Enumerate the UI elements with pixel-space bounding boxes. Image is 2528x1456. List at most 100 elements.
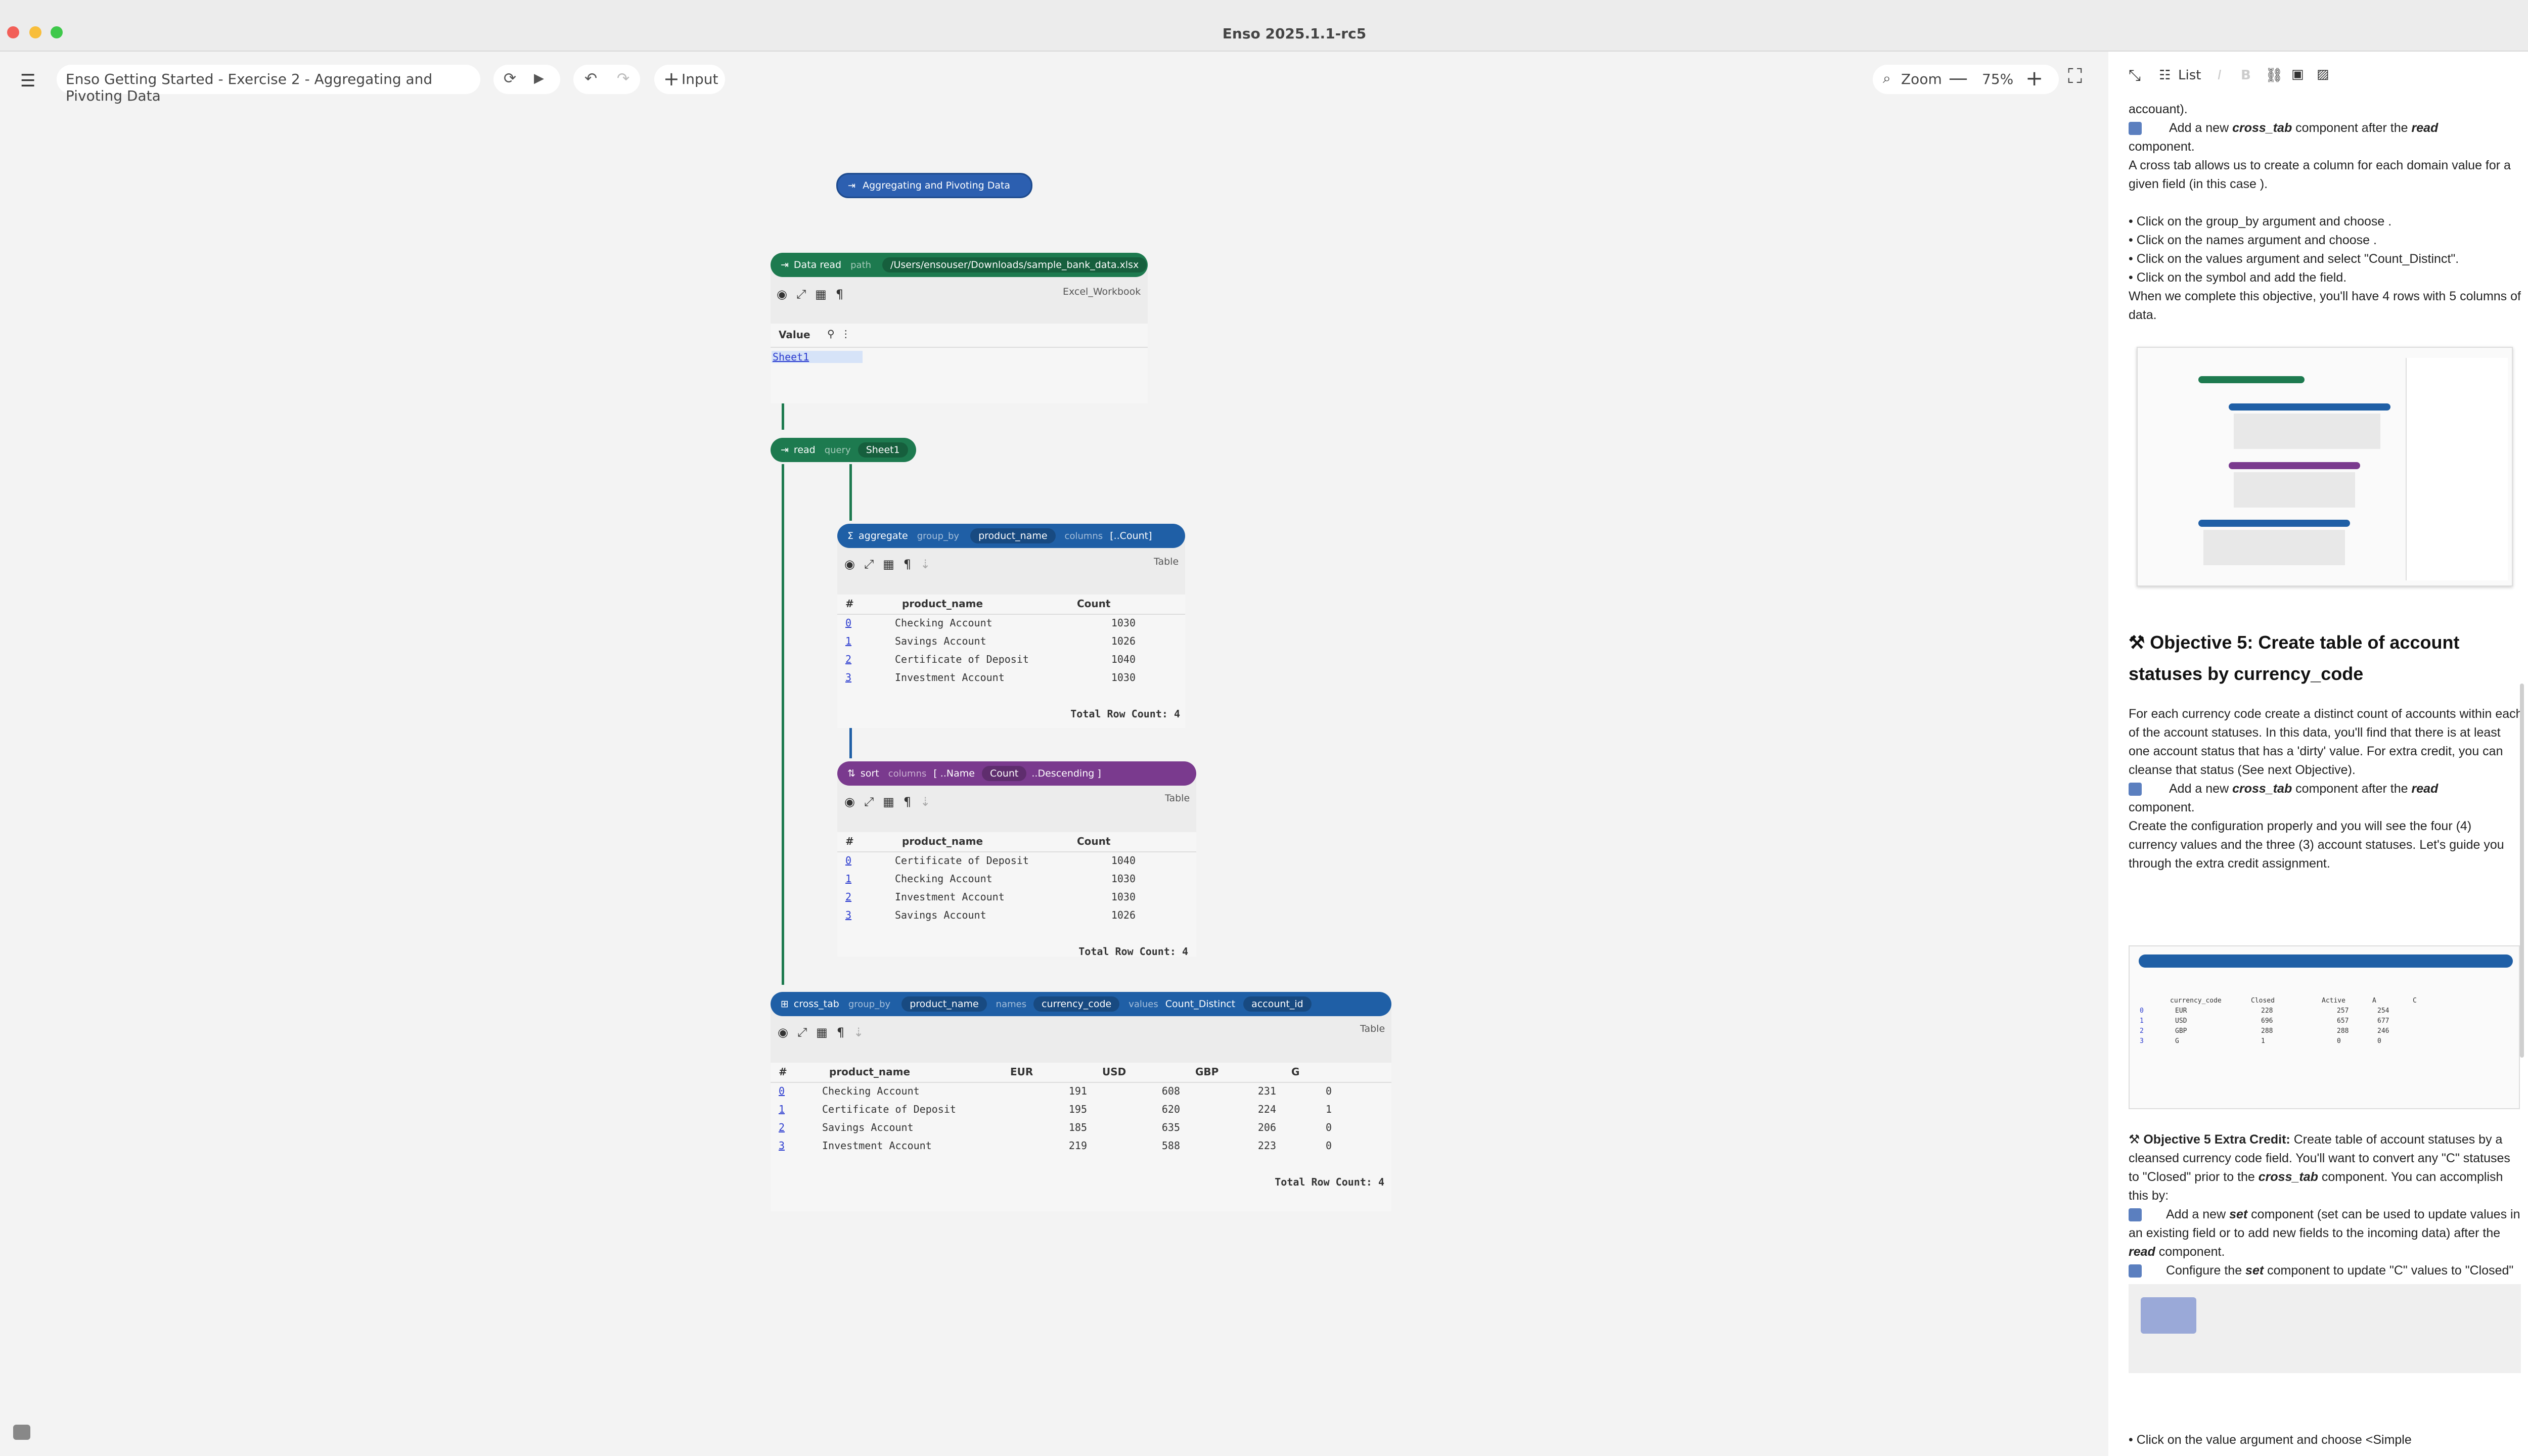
doc-step: Add a new cross_tab component after the …	[2129, 780, 2523, 798]
table-cell: Investment Account	[822, 1140, 932, 1152]
cross-tab-groupby-chip[interactable]: product_name	[901, 996, 987, 1012]
column-header[interactable]: Count	[1077, 598, 1110, 610]
zoom-in-button[interactable]: +	[2025, 66, 2043, 90]
column-header[interactable]: G	[1291, 1066, 1299, 1078]
sort-icon[interactable]: ⇣	[853, 1025, 864, 1039]
column-header[interactable]: product_name	[902, 598, 983, 610]
expand-icon[interactable]: ⤢	[864, 795, 874, 809]
extra-credit-title: Objective 5 Extra Credit:	[2143, 1132, 2290, 1147]
list-label[interactable]: List	[2178, 68, 2201, 83]
row-index-link[interactable]: 0	[845, 854, 851, 867]
pilcrow-icon[interactable]: ¶	[837, 1025, 844, 1039]
column-header[interactable]: #	[845, 598, 854, 610]
row-index-link[interactable]: 2	[845, 891, 851, 903]
row-index-link[interactable]: 1	[779, 1103, 785, 1115]
zoom-out-button[interactable]: —	[1949, 67, 1968, 89]
row-index-link[interactable]: 1	[845, 873, 851, 885]
expand-icon[interactable]: ⤢	[797, 1025, 807, 1039]
link-icon[interactable]: ⛓	[2265, 67, 2283, 83]
data-read-node-header[interactable]: ⇥ Data read path /Users/ensouser/Downloa…	[771, 253, 1148, 277]
row-index-link[interactable]: 2	[845, 653, 851, 665]
data-read-path-chip[interactable]: /Users/ensouser/Downloads/sample_bank_da…	[882, 257, 1147, 272]
row-index-link[interactable]: 3	[845, 671, 851, 684]
data-read-icon: ⇥	[781, 259, 789, 270]
column-header[interactable]: product_name	[902, 835, 983, 847]
column-header[interactable]: USD	[1102, 1066, 1126, 1078]
row-index-link[interactable]: 2	[779, 1121, 785, 1133]
table-icon[interactable]: ▦	[815, 287, 827, 301]
thumb-cell: 696	[2261, 1017, 2273, 1025]
sort-type: Table	[1165, 793, 1190, 804]
pilcrow-icon[interactable]: ¶	[904, 795, 911, 809]
column-header[interactable]: EUR	[1010, 1066, 1033, 1078]
sort-icon[interactable]: ⇣	[920, 557, 930, 571]
table-icon[interactable]: ▦	[883, 795, 894, 809]
code-icon[interactable]: ▣	[2291, 67, 2304, 82]
aggregate-columns-value[interactable]: [..Count]	[1110, 530, 1152, 541]
column-header[interactable]: #	[779, 1066, 787, 1078]
expand-icon[interactable]: ⤢	[864, 557, 874, 571]
table-icon[interactable]: ▦	[816, 1025, 828, 1039]
cross-tab-values-fn[interactable]: Count_Distinct	[1165, 998, 1235, 1010]
sheet1-link[interactable]: Sheet1	[772, 351, 863, 363]
row-index-link[interactable]: 3	[845, 909, 851, 921]
eye-icon[interactable]: ◉	[777, 287, 787, 301]
refresh-icon[interactable]: ⟳	[504, 70, 516, 87]
list-icon[interactable]: ☷	[2159, 68, 2171, 83]
thumb-cell: 1	[2261, 1037, 2265, 1045]
table-cell: 588	[1161, 1140, 1180, 1152]
collapse-icon[interactable]: ⤡	[2129, 67, 2141, 84]
cross-tab-node-header[interactable]: ⊞ cross_tab group_by product_name names …	[771, 992, 1391, 1016]
thumb-cell: 3	[2140, 1037, 2144, 1045]
step-number-icon	[2129, 122, 2142, 135]
table-cell: 1040	[1111, 854, 1136, 867]
read-query-chip[interactable]: Sheet1	[857, 442, 908, 458]
column-header[interactable]: Count	[1077, 835, 1110, 847]
fullscreen-icon[interactable]: ⛶	[2068, 65, 2082, 88]
sort-count-chip[interactable]: Count	[981, 766, 1027, 781]
input-button[interactable]: + Input	[654, 65, 725, 94]
sort-node-header[interactable]: ⇅ sort columns [ ..Name Count ..Descendi…	[837, 761, 1196, 786]
row-index-link[interactable]: 1	[845, 635, 851, 647]
column-header[interactable]: #	[845, 835, 854, 847]
table-cell: 0	[1325, 1140, 1332, 1152]
sigma-icon: Σ	[847, 530, 854, 541]
cross-tab-values-chip[interactable]: account_id	[1243, 996, 1312, 1012]
sort-descending-value[interactable]: ..Descending ]	[1031, 768, 1101, 779]
cross-tab-names-chip[interactable]: currency_code	[1033, 996, 1120, 1012]
undo-icon[interactable]: ↶	[584, 70, 597, 87]
comment-node[interactable]: ⇥ Aggregating and Pivoting Data	[836, 173, 1032, 198]
row-index-link[interactable]: 0	[845, 617, 851, 629]
row-index-link[interactable]: 0	[779, 1085, 785, 1097]
status-panel-icon[interactable]	[13, 1425, 30, 1440]
eye-icon[interactable]: ◉	[778, 1025, 788, 1039]
doc-scrollbar[interactable]	[2520, 684, 2524, 1058]
column-header[interactable]: GBP	[1195, 1066, 1218, 1078]
eye-icon[interactable]: ◉	[844, 557, 855, 571]
table-cell: 1026	[1111, 635, 1136, 647]
aggregate-node-header[interactable]: Σ aggregate group_by product_name column…	[837, 524, 1185, 548]
play-icon[interactable]: ▶	[534, 71, 544, 86]
redo-icon[interactable]: ↷	[617, 70, 629, 87]
column-header[interactable]: product_name	[829, 1066, 910, 1078]
pilcrow-icon[interactable]: ¶	[904, 557, 911, 571]
eye-icon[interactable]: ◉	[844, 795, 855, 809]
read-node-header[interactable]: ⇥ read query Sheet1	[771, 438, 916, 462]
documentation-panel: ⤡ ☷ List I B ⛓ ▣ ▨ accouant). Add a new …	[2108, 52, 2528, 1456]
pilcrow-icon[interactable]: ¶	[836, 287, 843, 301]
aggregate-groupby-chip[interactable]: product_name	[970, 528, 1056, 543]
hamburger-menu-icon[interactable]: ☰	[20, 71, 35, 91]
hammer-icon: ⚒	[2129, 632, 2150, 653]
read-arg-label: query	[824, 444, 851, 456]
italic-icon[interactable]: I	[2218, 68, 2222, 83]
column-filter-icon[interactable]: ⚲ ⋮	[827, 328, 851, 340]
project-title-pill[interactable]: Enso Getting Started - Exercise 2 - Aggr…	[57, 65, 480, 104]
bold-icon[interactable]: B	[2241, 68, 2251, 83]
expand-icon[interactable]: ⤢	[796, 287, 806, 301]
image-icon[interactable]: ▨	[2317, 67, 2329, 82]
sort-columns-open[interactable]: [ ..Name	[933, 768, 975, 779]
table-icon[interactable]: ▦	[883, 557, 894, 571]
zoom-value: 75%	[1982, 71, 2014, 87]
row-index-link[interactable]: 3	[779, 1140, 785, 1152]
sort-icon[interactable]: ⇣	[920, 795, 930, 809]
